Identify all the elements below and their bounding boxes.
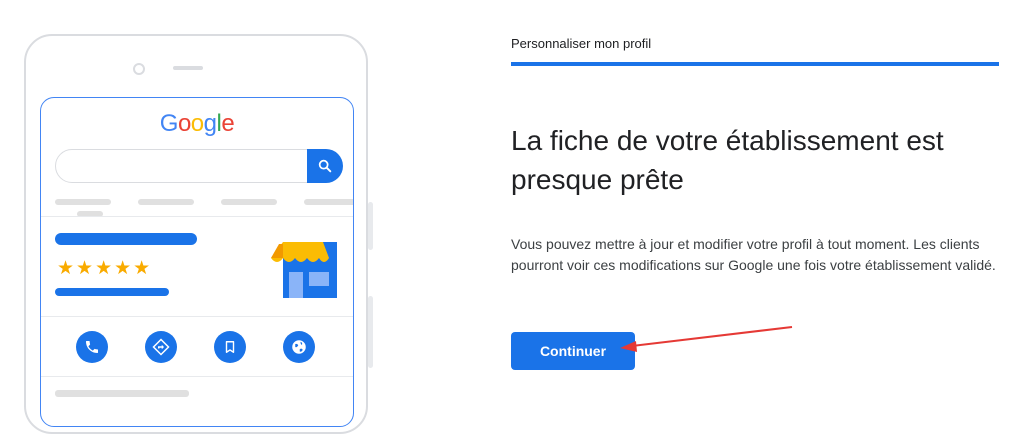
annotation-arrow: [620, 326, 793, 352]
